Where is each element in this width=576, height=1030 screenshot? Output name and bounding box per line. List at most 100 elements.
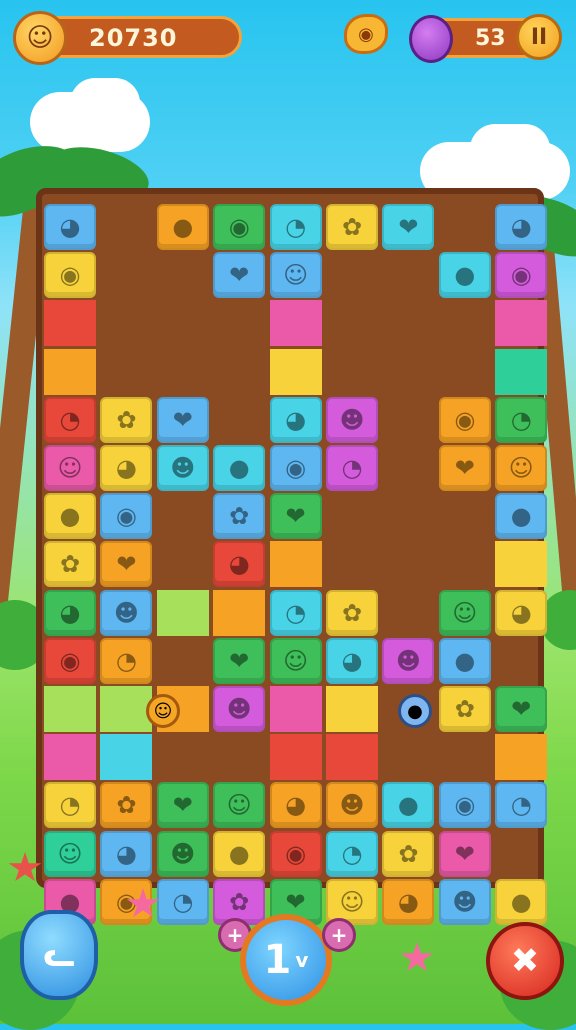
animal-tile[interactable]: ☻	[326, 396, 378, 443]
animal-tile[interactable]: ◕	[44, 204, 96, 250]
animal-tile[interactable]: ❤	[213, 637, 266, 684]
animal-tile[interactable]: ❤	[269, 493, 322, 540]
board-block	[44, 348, 96, 395]
fish-icon[interactable]: ◉	[344, 14, 388, 54]
animal-tile[interactable]: ◕	[44, 589, 96, 636]
animal-tile[interactable]: ◉	[438, 782, 491, 829]
animal-tile[interactable]: ✿	[100, 396, 153, 443]
animal-tile[interactable]: ☺	[269, 252, 322, 299]
animal-tile[interactable]: ✿	[44, 541, 96, 588]
animal-tile[interactable]: ◉	[495, 252, 548, 299]
animal-tile[interactable]: ◕	[382, 878, 435, 925]
animal-tile[interactable]: ❤	[495, 686, 548, 732]
animal-tile[interactable]: ☻	[326, 782, 378, 829]
animal-tile[interactable]: ◕	[269, 782, 322, 829]
animal-tile[interactable]: ●	[382, 782, 435, 829]
board-block	[495, 348, 548, 395]
animal-tile[interactable]: ❤	[100, 541, 153, 588]
animal-tile[interactable]: ◉	[438, 396, 491, 443]
animal-tile[interactable]: ☺	[269, 637, 322, 684]
animal-tile[interactable]: ◔	[44, 396, 96, 443]
animal-tile[interactable]: ●	[213, 445, 266, 491]
lion-badge-icon[interactable]: ☺	[146, 694, 180, 728]
animal-tile[interactable]: ☻	[156, 830, 209, 877]
board-block	[213, 589, 266, 636]
plus-right-button[interactable]: +	[322, 918, 356, 952]
animal-tile[interactable]: ◕	[100, 830, 153, 877]
board-block	[269, 300, 322, 347]
board-block	[100, 686, 153, 732]
score-bar: ☺ 20730	[13, 11, 242, 65]
rabbit-booster-button[interactable]: ᓚ	[20, 910, 98, 1000]
animal-tile[interactable]: ◔	[269, 204, 322, 250]
animal-tile[interactable]: ☺	[44, 445, 96, 491]
animal-tile[interactable]: ◉	[269, 830, 322, 877]
animal-tile[interactable]: ☻	[382, 637, 435, 684]
animal-tile[interactable]: ●	[438, 637, 491, 684]
animal-tile[interactable]: ◔	[100, 637, 153, 684]
animal-tile[interactable]: ◕	[495, 204, 548, 250]
board-block	[156, 589, 209, 636]
purple-gem-icon	[409, 15, 453, 63]
animal-tile[interactable]: ✿	[438, 686, 491, 732]
animal-tile[interactable]: ●	[438, 252, 491, 299]
animal-tile[interactable]: ❤	[438, 830, 491, 877]
board-block	[269, 541, 322, 588]
animal-tile[interactable]: ◔	[495, 782, 548, 829]
animal-tile[interactable]: ✿	[213, 493, 266, 540]
animal-tile[interactable]: ◕	[326, 637, 378, 684]
board-block	[269, 734, 322, 781]
board-block	[44, 300, 96, 347]
level-sub: v	[295, 948, 309, 972]
star-decoration	[400, 942, 434, 972]
animal-tile[interactable]: ☺	[495, 445, 548, 491]
animal-tile[interactable]: ◕	[100, 445, 153, 491]
board-block	[269, 686, 322, 732]
board-block	[326, 734, 378, 781]
animal-tile[interactable]: ◔	[495, 396, 548, 443]
animal-tile[interactable]: ●	[156, 204, 209, 250]
animal-tile[interactable]: ●	[495, 878, 548, 925]
animal-tile[interactable]: ◉	[44, 252, 96, 299]
animal-tile[interactable]: ●	[213, 830, 266, 877]
animal-tile[interactable]: ◉	[269, 445, 322, 491]
animal-tile[interactable]: ✿	[100, 782, 153, 829]
animal-tile[interactable]: ◔	[44, 782, 96, 829]
animal-tile[interactable]: ◉	[100, 493, 153, 540]
animal-tile[interactable]: ☺	[213, 782, 266, 829]
pause-button[interactable]: II	[516, 14, 562, 60]
animal-tile[interactable]: ☻	[438, 878, 491, 925]
animal-tile[interactable]: ☻	[213, 686, 266, 732]
rabbit-icon: ᓚ	[43, 935, 75, 975]
animal-tile[interactable]: ✿	[382, 830, 435, 877]
animal-tile[interactable]: ☻	[156, 445, 209, 491]
animal-tile[interactable]: ☻	[100, 589, 153, 636]
animal-tile[interactable]: ●	[495, 493, 548, 540]
animal-tile[interactable]: ✿	[326, 589, 378, 636]
animal-tile[interactable]: ☺	[44, 830, 96, 877]
animal-tile[interactable]: ❤	[438, 445, 491, 491]
animal-tile[interactable]: ☺	[438, 589, 491, 636]
animal-tile[interactable]: ●	[44, 493, 96, 540]
animal-tile[interactable]: ◕	[495, 589, 548, 636]
animal-tile[interactable]: ◔	[269, 589, 322, 636]
game-board: ◕ ● ◉ ◔ ✿ ❤ ◕ ◉ ❤ ☺ ● ◉ ◔ ✿ ❤ ◕ ☻ ◉ ◔ ☺ ◕ ☻ ● ◉ ◔ ❤ ☺ ● ◉ ✿ ❤ ● ✿ ❤ ◕ ◕ ☻ ◔ ✿ ☺…	[36, 188, 548, 925]
animal-tile[interactable]: ❤	[213, 252, 266, 299]
animal-tile[interactable]: ◉	[44, 637, 96, 684]
animal-tile[interactable]: ◔	[326, 445, 378, 491]
score-value: 20730	[89, 24, 178, 52]
blue-orb-icon[interactable]: ●	[398, 694, 432, 728]
animal-tile[interactable]: ❤	[156, 396, 209, 443]
moves-value: 53	[475, 26, 506, 51]
animal-tile[interactable]: ◔	[326, 830, 378, 877]
level-button[interactable]: 1 v	[240, 914, 332, 1006]
animal-tile[interactable]: ✿	[326, 204, 378, 250]
animal-tile[interactable]: ◕	[269, 396, 322, 443]
cancel-icon: ✖	[510, 941, 540, 981]
animal-tile[interactable]: ❤	[382, 204, 435, 250]
cancel-button[interactable]: ✖	[486, 922, 564, 1000]
animal-tile[interactable]: ◕	[213, 541, 266, 588]
animal-tile[interactable]: ◉	[213, 204, 266, 250]
animal-tile[interactable]: ❤	[156, 782, 209, 829]
animal-tile[interactable]: ◔	[156, 878, 209, 925]
